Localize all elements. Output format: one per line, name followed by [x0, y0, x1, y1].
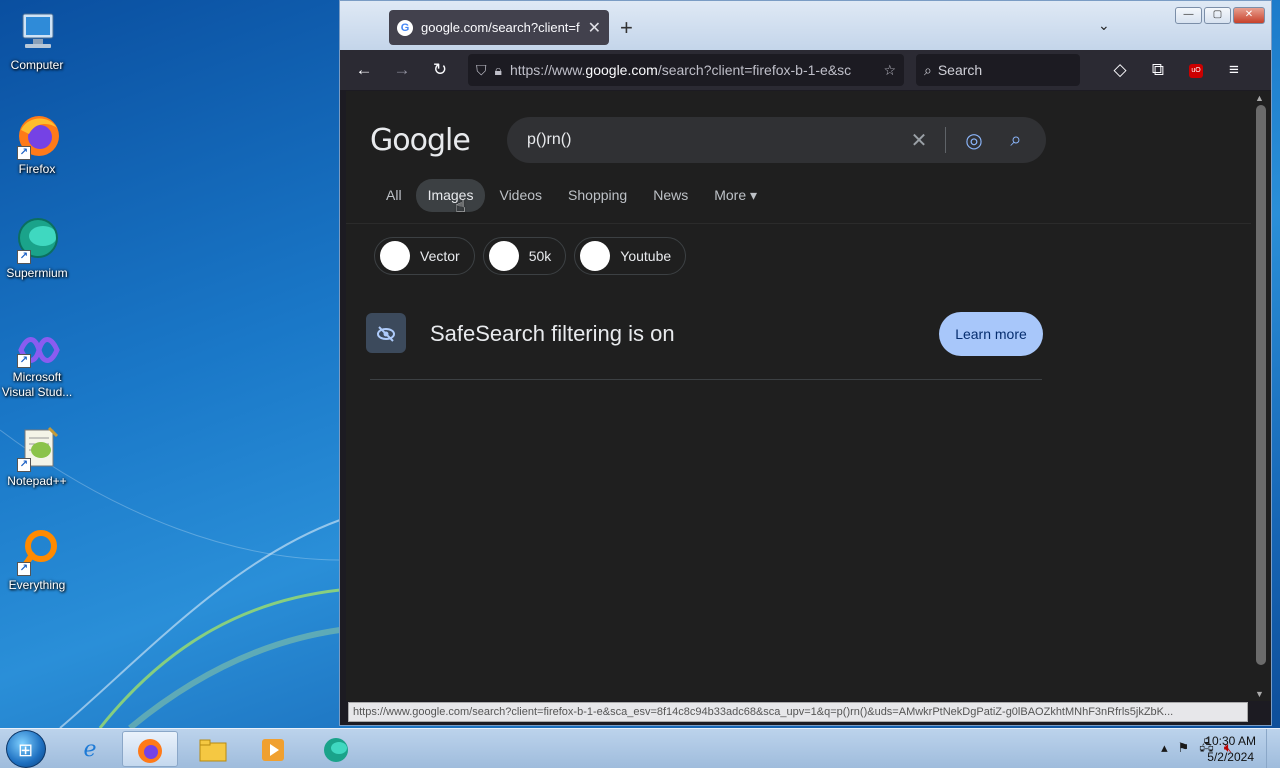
desktop-icon-firefox[interactable]: ↗ Firefox — [0, 112, 74, 177]
extensions-icon[interactable]: ⧉ — [1142, 54, 1174, 86]
google-lens-icon[interactable]: ◎ — [960, 128, 988, 153]
visual-studio-icon: ↗ — [13, 332, 61, 368]
supermium-taskbar-icon[interactable] — [308, 731, 364, 767]
scroll-thumb[interactable] — [1256, 105, 1266, 665]
reload-icon[interactable]: ↻ — [424, 54, 456, 86]
safesearch-message: SafeSearch filtering is on — [430, 321, 675, 346]
window-controls: — ▢ ✕ — [1175, 7, 1265, 24]
menu-hamburger-icon[interactable]: ≡ — [1218, 54, 1250, 86]
title-bar: G google.com/search?client=firef ✕ + ⌄ —… — [340, 1, 1271, 50]
chip-thumbnail — [488, 241, 519, 271]
safesearch-eye-off-icon — [366, 313, 406, 353]
page-content: Google p()rn() ✕ ◎ ⌕ All Images Videos S… — [346, 91, 1251, 701]
desktop-icon-label: Firefox — [18, 162, 56, 176]
media-player-icon[interactable] — [245, 731, 301, 767]
search-icon: ⌕ — [924, 61, 932, 78]
chip-50k[interactable]: 50k — [482, 237, 567, 275]
search-query[interactable]: p()rn() — [527, 131, 891, 149]
chip-label: Vector — [420, 248, 460, 264]
clear-search-icon[interactable]: ✕ — [905, 128, 933, 153]
mouse-pointer-icon: ☝ — [455, 196, 466, 216]
desktop-icon-label: Supermium — [6, 266, 68, 280]
url-bar[interactable]: ⛉ 🔒︎ https://www.google.com/search?clien… — [468, 54, 904, 86]
tab-close-icon[interactable]: ✕ — [588, 18, 601, 38]
chip-thumbnail — [380, 241, 410, 271]
pocket-icon[interactable]: ◇ — [1104, 54, 1136, 86]
url-text: https://www.google.com/search?client=fir… — [509, 62, 852, 78]
firefox-taskbar-icon[interactable] — [122, 731, 178, 767]
tab-images[interactable]: Images — [415, 179, 486, 212]
supermium-icon: ↗ — [13, 216, 61, 264]
tab-title: google.com/search?client=firef — [421, 20, 580, 35]
search-submit-icon[interactable]: ⌕ — [1002, 129, 1030, 152]
search-placeholder: Search — [937, 62, 983, 78]
desktop-icon-everything[interactable]: ↗ Everything — [0, 528, 74, 593]
everything-icon: ↗ — [13, 528, 61, 576]
scroll-down-icon[interactable]: ▼ — [1255, 689, 1264, 699]
internet-explorer-icon[interactable]: ℯ — [62, 731, 118, 767]
desktop-icon-computer[interactable]: Computer — [0, 8, 74, 73]
show-hidden-icons-icon[interactable]: ▴ — [1161, 740, 1168, 756]
navigation-toolbar: ← → ↻ ⛉ 🔒︎ https://www.google.com/search… — [340, 50, 1271, 90]
firefox-window: G google.com/search?client=firef ✕ + ⌄ —… — [339, 0, 1272, 726]
divider — [370, 379, 1042, 380]
chip-youtube[interactable]: Youtube — [574, 237, 687, 275]
desktop-icon-label: Microsoft Visual Stud... — [1, 370, 73, 399]
taskbar: ⊞ ℯ ▴ ⚑ 🖧︎ 🔇︎ 10:30 AM 5/2/2024 — [0, 728, 1280, 768]
desktop-icon-label: Notepad++ — [7, 474, 67, 488]
minimize-button[interactable]: — — [1175, 7, 1202, 24]
forward-arrow-icon[interactable]: → — [386, 54, 418, 86]
list-all-tabs-icon[interactable]: ⌄ — [1098, 17, 1110, 34]
computer-icon — [13, 8, 61, 56]
tab-news[interactable]: News — [641, 179, 700, 212]
tab-google-search[interactable]: G google.com/search?client=firef ✕ — [389, 10, 609, 45]
google-favicon-icon: G — [397, 19, 413, 36]
desktop-icon-visual-studio[interactable]: ↗ Microsoft Visual Stud... — [0, 332, 74, 400]
firefox-icon: ↗ — [13, 112, 61, 160]
google-search-box[interactable]: p()rn() ✕ ◎ ⌕ — [507, 117, 1046, 163]
refinement-chips: Vector 50k Youtube — [374, 237, 687, 275]
search-type-tabs: All Images Videos Shopping News More ▾ — [374, 179, 771, 212]
notepadpp-icon: ↗ — [13, 424, 61, 472]
search-bar[interactable]: ⌕ Search — [916, 54, 1080, 86]
chip-thumbnail — [580, 241, 611, 271]
google-logo[interactable]: Google — [370, 123, 471, 158]
start-button[interactable]: ⊞ — [6, 730, 46, 768]
new-tab-button[interactable]: + — [620, 15, 633, 41]
tab-all[interactable]: All — [374, 179, 414, 212]
file-explorer-icon[interactable] — [185, 731, 241, 767]
show-desktop-button[interactable] — [1266, 729, 1280, 768]
clock[interactable]: 10:30 AM 5/2/2024 — [1205, 733, 1256, 765]
maximize-button[interactable]: ▢ — [1204, 7, 1231, 24]
learn-more-button[interactable]: Learn more — [939, 312, 1043, 356]
divider — [346, 223, 1251, 224]
scroll-up-icon[interactable]: ▲ — [1255, 93, 1264, 103]
shield-icon[interactable]: ⛉ — [476, 62, 487, 79]
ublock-icon[interactable]: uO — [1180, 54, 1212, 86]
divider — [945, 127, 946, 153]
status-bar-link-preview: https://www.google.com/search?client=fir… — [348, 702, 1248, 722]
clock-date: 5/2/2024 — [1207, 750, 1254, 764]
bookmark-star-icon[interactable]: ☆ — [883, 62, 896, 79]
action-center-flag-icon[interactable]: ⚑ — [1178, 740, 1190, 756]
tab-more[interactable]: More ▾ — [702, 179, 769, 212]
chip-label: 50k — [528, 248, 552, 264]
vertical-scrollbar[interactable]: ▲ ▼ — [1251, 91, 1271, 701]
back-arrow-icon[interactable]: ← — [348, 54, 380, 86]
tab-shopping[interactable]: Shopping — [556, 179, 639, 212]
chip-label: Youtube — [620, 248, 672, 264]
windows-logo-icon: ⊞ — [18, 740, 34, 760]
clock-time: 10:30 AM — [1205, 734, 1256, 748]
desktop-icon-notepadpp[interactable]: ↗ Notepad++ — [0, 424, 74, 489]
tab-videos[interactable]: Videos — [487, 179, 554, 212]
chip-vector[interactable]: Vector — [374, 237, 475, 275]
desktop-icon-supermium[interactable]: ↗ Supermium — [0, 216, 74, 281]
lock-icon[interactable]: 🔒︎ — [495, 62, 502, 79]
desktop-icon-label: Computer — [10, 58, 64, 72]
close-window-button[interactable]: ✕ — [1233, 7, 1265, 24]
desktop-icon-label: Everything — [8, 578, 66, 592]
